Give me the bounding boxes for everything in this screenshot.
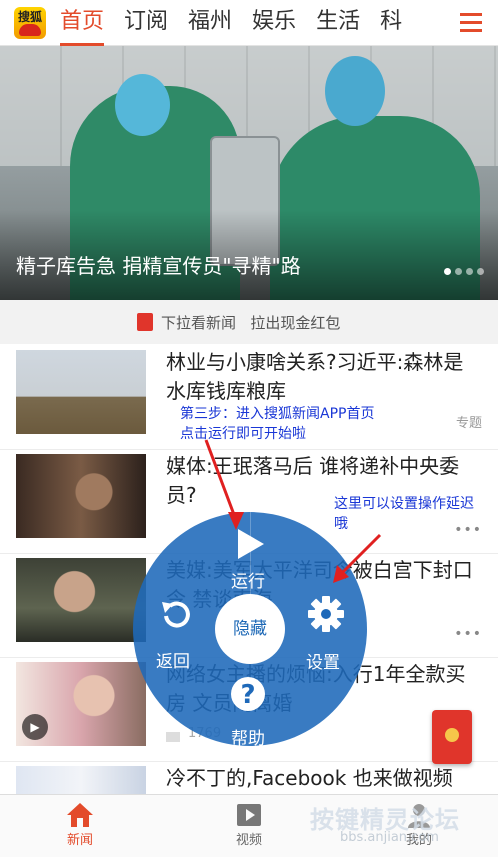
watermark-url: bbs.anjian.com xyxy=(340,830,439,845)
red-envelope-button[interactable] xyxy=(432,710,472,764)
nav-video-label: 视频 xyxy=(235,833,262,848)
home-icon xyxy=(50,801,110,829)
video-icon xyxy=(219,801,279,829)
annotation-arrows xyxy=(204,439,382,583)
nav-news-label: 新闻 xyxy=(66,833,93,848)
nav-news[interactable]: 新闻 xyxy=(50,801,110,848)
nav-video[interactable]: 视频 xyxy=(219,801,279,848)
